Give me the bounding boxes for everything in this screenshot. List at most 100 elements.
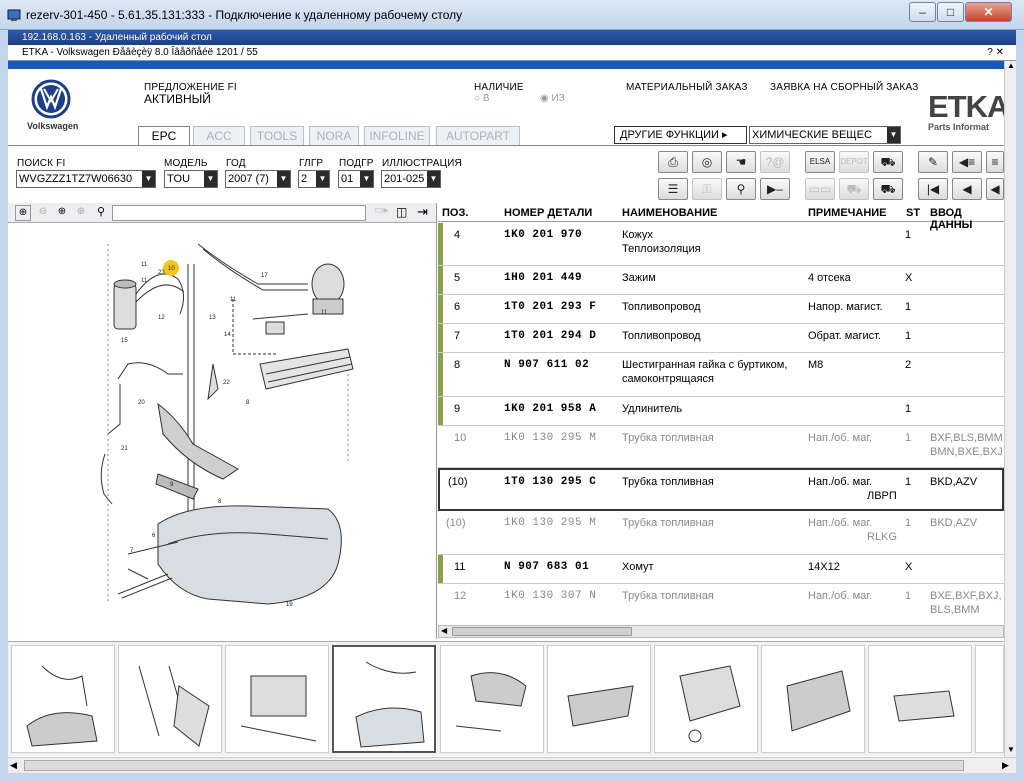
col-st[interactable]: ST — [906, 207, 920, 219]
copy-icon[interactable]: ▭▸ — [374, 205, 388, 216]
table-row[interactable]: 9 1K0 201 958 A Удлинитель 1 — [438, 397, 1004, 426]
back-list-icon[interactable]: ◀≡ — [952, 151, 982, 173]
diagram-callout[interactable]: 17 — [261, 273, 268, 279]
sub-group-select[interactable]: 01 ▼ — [338, 170, 374, 188]
scroll-thumb[interactable] — [24, 760, 964, 771]
col-part[interactable]: НОМЕР ДЕТАЛИ — [504, 207, 592, 219]
diagram-callout[interactable]: 6 — [152, 533, 156, 539]
diagram-search-field[interactable] — [112, 205, 366, 221]
elsa-icon[interactable]: ELSA — [805, 151, 835, 173]
diagram-callout[interactable]: 23 — [158, 270, 165, 276]
printer-icon[interactable]: ⎙ — [658, 151, 688, 173]
tab-nora[interactable]: NORA — [309, 126, 359, 145]
diagram-callout[interactable]: 10 — [168, 266, 175, 272]
list-icon[interactable]: ≡ — [986, 151, 1004, 173]
scroll-left-icon[interactable]: ◀ — [10, 760, 17, 771]
tab-acc[interactable]: ACC — [193, 126, 245, 145]
depot-icon[interactable]: DEPOT — [839, 151, 869, 173]
prev-page-icon[interactable]: ◀ — [952, 178, 982, 200]
diagram-callout[interactable]: 8 — [218, 499, 222, 505]
text-list-icon[interactable]: ☰ — [658, 178, 688, 200]
chemicals-select[interactable]: ХИМИЧЕСКИЕ ВЕЩЕС ▼ — [749, 126, 901, 144]
material-order-link[interactable]: МАТЕРИАЛЬНЫЙ ЗАКАЗ — [626, 82, 748, 93]
table-row[interactable]: 11 N 907 683 01 Хомут 14X12 X — [438, 555, 1004, 584]
diagram-callout[interactable]: 19 — [286, 602, 293, 608]
thumbnail-1[interactable] — [11, 645, 115, 753]
year-select[interactable]: 2007 (7) ▼ — [225, 170, 291, 188]
table-row[interactable]: 4 1K0 201 970 Кожух Теплоизоляция 1 — [438, 223, 1004, 266]
scroll-up-icon[interactable]: ▲ — [1006, 61, 1016, 73]
thumbnail-10[interactable] — [975, 645, 1004, 753]
thumbnail-9[interactable] — [868, 645, 972, 753]
other-functions-button[interactable]: ДРУГИЕ ФУНКЦИИ ▸ — [614, 126, 747, 144]
thumbnail-5[interactable] — [440, 645, 544, 753]
radio-out[interactable]: ◉ ИЗ — [540, 93, 565, 104]
diagram-callout[interactable]: 11 — [230, 297, 237, 303]
diagram-callout[interactable]: 11 — [321, 310, 328, 316]
scroll-right-icon[interactable]: ▶ — [1002, 760, 1009, 771]
minimize-button[interactable]: – — [909, 2, 936, 22]
diagram-callout[interactable]: 13 — [209, 315, 216, 321]
diagram-callout[interactable]: 20 — [138, 400, 145, 406]
vertical-scrollbar[interactable]: ▲ ▼ — [1004, 61, 1016, 757]
prev-icon[interactable]: ◀ — [986, 178, 1004, 200]
play-minus-icon[interactable]: ▶– — [760, 178, 790, 200]
illustration-select[interactable]: 201-025 ▼ — [381, 170, 441, 188]
zoom-in-icon[interactable]: ⊕ — [15, 205, 31, 221]
tab-infoline[interactable]: INFOLINE — [364, 126, 430, 145]
help-icon[interactable]: ?@ — [760, 151, 790, 173]
help-close-icons[interactable]: ? ✕ — [987, 45, 1004, 61]
radio-in[interactable]: ○ В — [474, 93, 490, 104]
table-row[interactable]: (10) 1K0 130 295 M Трубка топливная Нап./об… — [438, 511, 1004, 555]
table-row[interactable]: 10 1K0 130 295 M Трубка топливная Нап./об. … — [438, 426, 1004, 468]
window-horizontal-scrollbar[interactable]: ◀ ▶ — [8, 757, 1016, 773]
thumbnail-2[interactable] — [118, 645, 222, 753]
cart-add-icon[interactable]: ⛟ — [839, 178, 869, 200]
diagram-callout[interactable]: 14 — [224, 332, 231, 338]
diagram-callout[interactable]: 11 — [141, 262, 148, 268]
table-row[interactable]: 5 1H0 201 449 Зажим 4 отсека X — [438, 266, 1004, 295]
col-note[interactable]: ПРИМЕЧАНИЕ — [808, 207, 887, 219]
diagram-callout[interactable]: 8 — [246, 400, 250, 406]
diagram-callout[interactable]: 12 — [158, 315, 165, 321]
zoom-out-icon[interactable]: ⊖ — [35, 205, 51, 221]
diagram-callout[interactable]: 11 — [141, 278, 148, 284]
diagram-callout[interactable]: 15 — [121, 338, 128, 344]
zoom-fit-icon[interactable]: ⊕ — [54, 205, 70, 221]
close-button[interactable]: ✕ — [965, 2, 1012, 22]
zoom-window-icon[interactable]: ⊕ — [73, 205, 89, 221]
thumbnail-3[interactable] — [225, 645, 329, 753]
thumbnail-8[interactable] — [761, 645, 865, 753]
tab-tools[interactable]: TOOLS — [250, 126, 304, 145]
assembly-order-link[interactable]: ЗАЯВКА НА СБОРНЫЙ ЗАКАЗ — [770, 82, 918, 93]
search-input[interactable]: WVGZZZ1TZ7W06630 ▼ — [16, 170, 156, 188]
key-icon[interactable]: ⚿ — [692, 178, 722, 200]
table-row[interactable]: 7 1T0 201 294 D Топливопровод Обрат. магист… — [438, 324, 1004, 353]
table-row[interactable]: 12 1K0 130 307 N Трубка топливная Нап./об. … — [438, 584, 1004, 622]
cart-icon[interactable]: ⛟ — [873, 151, 903, 173]
scroll-down-icon[interactable]: ▼ — [1006, 745, 1016, 757]
col-name[interactable]: НАИМЕНОВАНИЕ — [622, 207, 717, 219]
search-icon[interactable]: ⚲ — [93, 205, 109, 221]
scroll-left-icon[interactable]: ◀ — [441, 626, 447, 635]
disc-icon[interactable]: ◎ — [692, 151, 722, 173]
main-group-select[interactable]: 2 ▼ — [298, 170, 330, 188]
compare-icon[interactable]: ▭▭ — [805, 178, 835, 200]
pane-divider[interactable] — [436, 203, 437, 639]
table-row[interactable]: 6 1T0 201 293 F Топливопровод Напор. магист… — [438, 295, 1004, 324]
maximize-button[interactable]: □ — [937, 2, 964, 22]
thumbnail-6[interactable] — [547, 645, 651, 753]
scroll-thumb[interactable] — [452, 627, 632, 636]
split-view-icon[interactable]: ◫ — [396, 205, 407, 219]
table-horizontal-scrollbar[interactable]: ◀ — [438, 625, 1004, 638]
col-pos[interactable]: ПОЗ. — [442, 207, 468, 219]
model-select[interactable]: TOU ▼ — [164, 170, 218, 188]
hand-icon[interactable]: ☚ — [726, 151, 756, 173]
diagram-callout[interactable]: 21 — [121, 446, 128, 452]
parts-diagram[interactable]: 10 11 23 11 12 15 17 11 13 14 11 8 22 20… — [8, 224, 436, 619]
thumbnail-7[interactable] — [654, 645, 758, 753]
bike-icon[interactable]: ⚲ — [726, 178, 756, 200]
table-row-selected[interactable]: (10) 1T0 130 295 C Трубка топливная Нап./об… — [438, 468, 1004, 511]
diagram-callout[interactable]: 22 — [223, 380, 230, 386]
pin-icon[interactable]: ✎ — [918, 151, 948, 173]
